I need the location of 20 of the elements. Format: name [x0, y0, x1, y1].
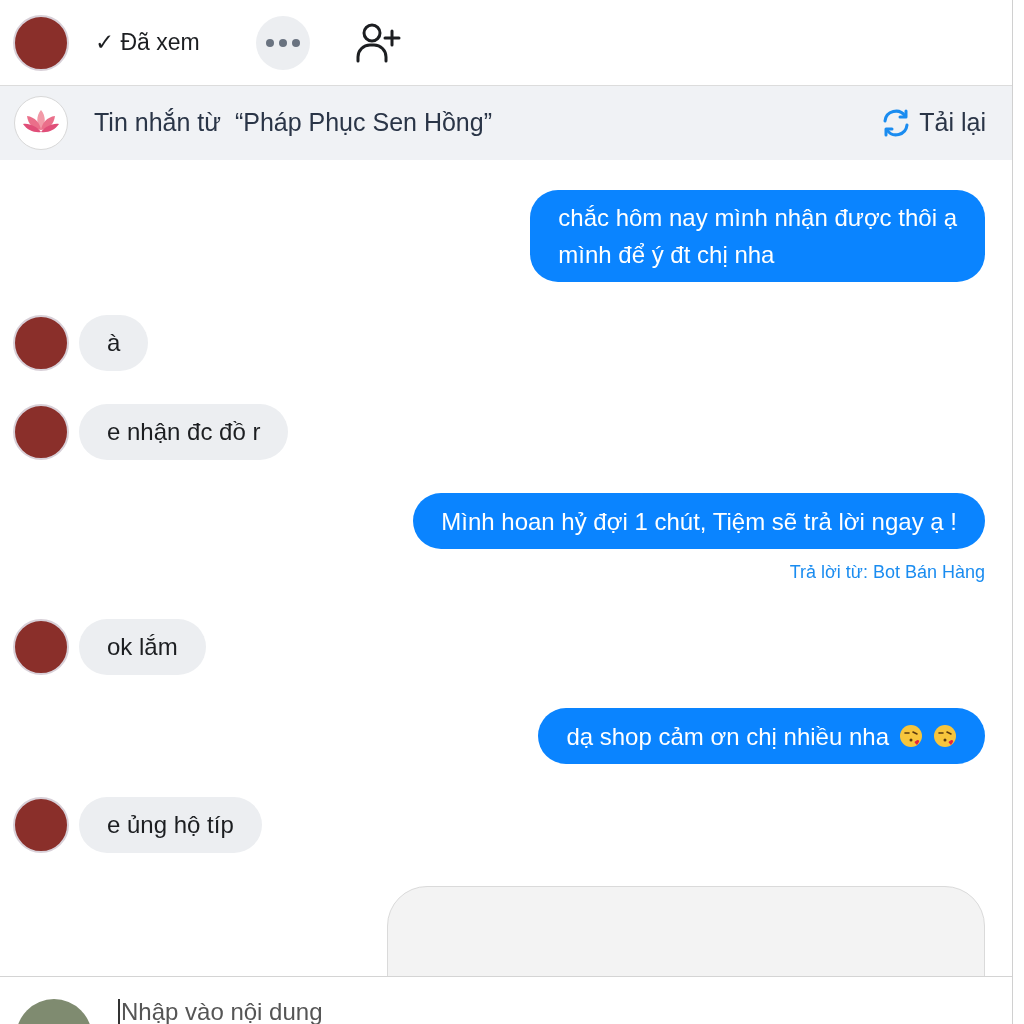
kiss-face-icon: [899, 724, 923, 748]
avatar: [13, 315, 69, 371]
reload-button[interactable]: Tải lại: [881, 104, 986, 142]
message-bubble: Mình hoan hỷ đợi 1 chút, Tiệm sẽ trả lời ngay ạ !: [413, 493, 985, 549]
kiss-face-icon: [933, 724, 957, 748]
seen-status: ✓ Đã xem: [95, 28, 200, 58]
message-bubble: à: [79, 315, 149, 371]
avatar: [13, 797, 69, 853]
avatar: [13, 619, 69, 675]
message-bubble: ok lắm: [79, 619, 206, 675]
reply-source: Trả lời từ: Bot Bán Hàng: [789, 561, 985, 584]
shop-logo: [14, 96, 68, 150]
message-bubble: e nhận đc đồ r: [79, 404, 289, 460]
avatar: [13, 404, 69, 460]
message-bubble: e ủng hộ típ: [79, 797, 262, 853]
message-bubble: chắc hôm nay mình nhận được thôi ạ mình để ý đt chị nha: [530, 190, 985, 282]
add-person-icon[interactable]: [355, 22, 402, 63]
source-title: Tin nhắn từ “Pháp Phục Sen Hồng”: [94, 107, 492, 139]
message-bubble: dạ shop cảm ơn chị nhiều nha: [538, 708, 985, 764]
more-icon: [265, 38, 300, 47]
